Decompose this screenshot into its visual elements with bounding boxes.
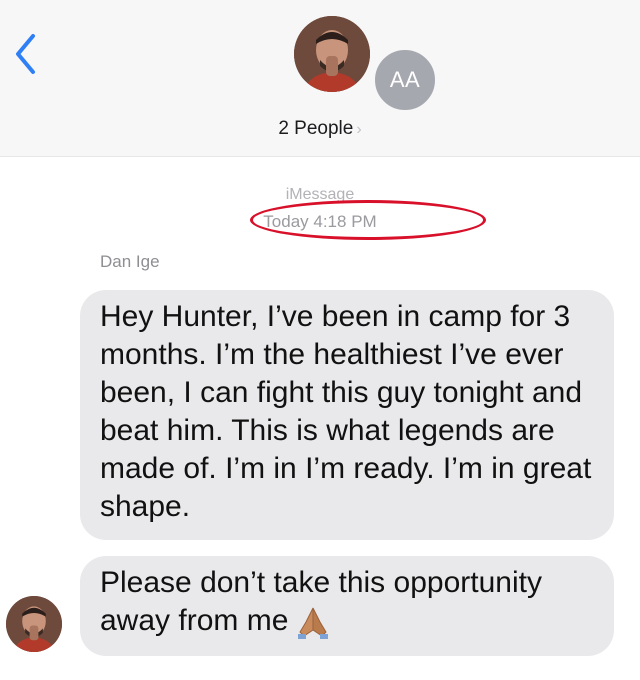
folded-hands-icon <box>298 607 329 640</box>
timestamp-highlight-annotation <box>250 200 486 240</box>
sender-name: Dan Ige <box>100 252 160 271</box>
group-details-link[interactable]: 2 People › <box>0 118 640 140</box>
sender-avatar[interactable] <box>6 596 62 652</box>
message-text: Hey Hunter, I’ve been in camp for 3 mont… <box>100 300 592 523</box>
conversation-header: AA 2 People › <box>0 0 640 157</box>
person-photo-icon <box>6 596 62 652</box>
message-bubble[interactable]: Please don’t take this opportunity away … <box>80 556 614 656</box>
group-label: 2 People <box>278 118 354 139</box>
avatar-initials: AA <box>389 67 421 92</box>
group-member-avatar[interactable]: AA <box>373 48 437 112</box>
contact-avatar[interactable] <box>294 16 370 92</box>
chevron-right-icon: › <box>356 121 362 138</box>
person-photo-icon <box>294 16 370 92</box>
chevron-left-icon <box>16 34 35 74</box>
message-bubble[interactable]: Hey Hunter, I’ve been in camp for 3 mont… <box>80 290 614 540</box>
back-button[interactable] <box>6 28 46 80</box>
